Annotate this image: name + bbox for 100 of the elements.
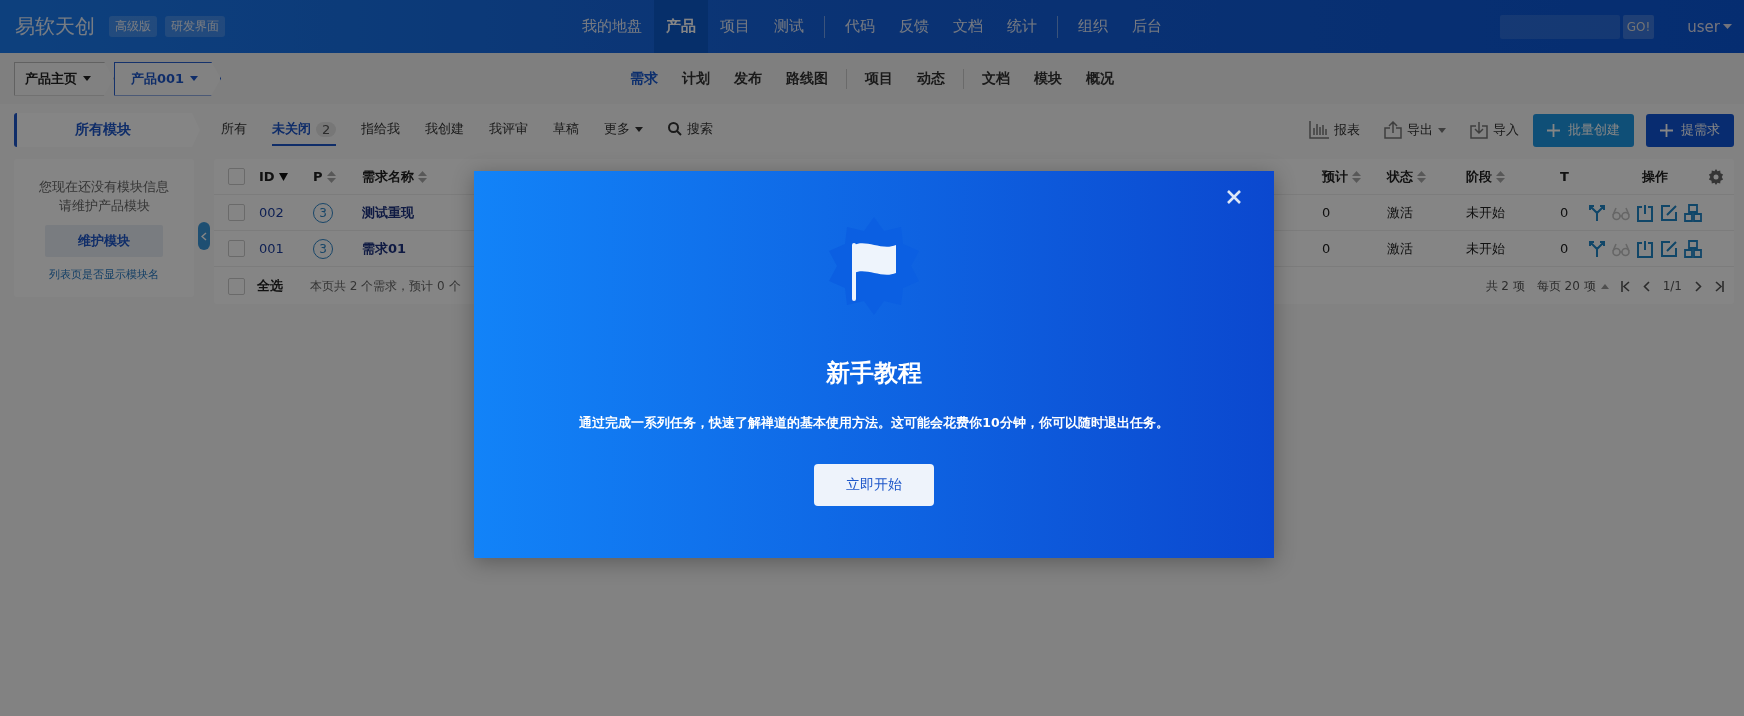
status-cell: 激活: [1387, 203, 1413, 222]
empty-module-message: 您现在还没有模块信息 请维护产品模块: [39, 178, 169, 215]
story-title-link[interactable]: 测试重现: [362, 203, 414, 222]
power-box-icon[interactable]: [1636, 203, 1654, 222]
stage-cell: 未开始: [1466, 203, 1505, 222]
last-page-button[interactable]: [1714, 280, 1724, 292]
user-menu[interactable]: user: [1687, 17, 1732, 36]
subnav-item[interactable]: 动态: [905, 69, 957, 88]
nav-item[interactable]: 产品: [654, 0, 708, 53]
select-all-label: 全选: [257, 277, 283, 295]
upload-icon: [1384, 121, 1402, 139]
task-count-cell: 0: [1560, 241, 1569, 256]
subnav-item[interactable]: 需求: [618, 69, 670, 88]
maintain-modules-button[interactable]: 维护模块: [45, 225, 163, 257]
previous-page-button[interactable]: [1642, 280, 1651, 292]
blocks-icon[interactable]: [1684, 239, 1702, 258]
select-all-checkbox[interactable]: [228, 277, 245, 295]
status-cell: 激活: [1387, 239, 1413, 258]
edit-icon[interactable]: [1660, 239, 1678, 258]
checkbox[interactable]: [228, 204, 245, 221]
edit-icon[interactable]: [1660, 203, 1678, 222]
fork-icon[interactable]: [1588, 203, 1606, 222]
nav-item[interactable]: 测试: [762, 0, 816, 53]
column-header[interactable]: ID: [259, 169, 275, 184]
filter-tab[interactable]: 草稿: [553, 114, 580, 146]
count-badge: 2: [316, 121, 337, 137]
settings-icon[interactable]: [1708, 168, 1724, 185]
summary-text: 本页共 2 个需求，预计 0 个: [310, 277, 461, 295]
page-indicator: 1/1: [1662, 279, 1682, 293]
subnav-item[interactable]: 发布: [722, 69, 774, 88]
first-page-button[interactable]: [1620, 280, 1631, 292]
search-toggle[interactable]: 搜索: [668, 114, 714, 146]
checkbox[interactable]: [228, 240, 245, 257]
nav-item[interactable]: 项目: [708, 0, 762, 53]
dialog-description: 通过完成一系列任务，快速了解禅道的基本使用方法。这可能会花费你10分钟，你可以随时退出任务。: [579, 415, 1169, 432]
plus-icon: [1660, 123, 1673, 137]
caret-icon: [1438, 127, 1446, 133]
batch-create-button[interactable]: 批量创建: [1533, 113, 1634, 147]
filter-tab[interactable]: 所有: [221, 114, 247, 146]
column-header[interactable]: 预计: [1322, 167, 1348, 186]
start-button[interactable]: 立即开始: [814, 464, 934, 506]
caret-icon: [83, 76, 91, 81]
task-count-cell: 0: [1560, 205, 1569, 220]
subnav-item[interactable]: 项目: [853, 69, 905, 88]
create-story-button[interactable]: 提需求: [1646, 113, 1734, 147]
chevron-left-icon: [201, 231, 207, 241]
show-module-name-link[interactable]: 列表页是否显示模块名: [49, 267, 159, 282]
subnav-item[interactable]: 文档: [970, 69, 1022, 88]
caret-icon: [635, 126, 644, 132]
column-header[interactable]: P: [313, 169, 323, 184]
dialog-title: 新手教程: [826, 358, 922, 389]
filter-tab[interactable]: 我评审: [489, 114, 529, 146]
caret-icon: [190, 76, 199, 81]
subnav-item[interactable]: 路线图: [774, 69, 840, 88]
caret-icon: [1723, 24, 1732, 29]
column-header: 操作: [1642, 167, 1668, 186]
estimate-cell: 0: [1322, 241, 1331, 256]
story-id-link[interactable]: 001: [259, 241, 284, 256]
plus-icon: [1547, 123, 1560, 137]
column-header[interactable]: 阶段: [1466, 167, 1492, 186]
power-box-icon[interactable]: [1636, 239, 1654, 258]
nav-item[interactable]: 我的地盘: [570, 0, 654, 53]
breadcrumb-item[interactable]: 产品主页: [14, 61, 114, 96]
subnav-item[interactable]: 概况: [1074, 69, 1126, 88]
estimate-cell: 0: [1322, 205, 1331, 220]
import-link[interactable]: 导入: [1470, 121, 1519, 139]
filter-tab[interactable]: 未关闭 2: [272, 114, 337, 146]
next-page-button[interactable]: [1694, 280, 1702, 292]
bar-chart-icon: [1309, 121, 1329, 139]
export-link[interactable]: 导出: [1384, 121, 1446, 139]
nav-item[interactable]: 组织: [1066, 0, 1120, 53]
nav-item[interactable]: 统计: [995, 0, 1049, 53]
fork-icon[interactable]: [1588, 239, 1606, 258]
close-icon[interactable]: [1226, 189, 1242, 205]
nav-item[interactable]: 文档: [941, 0, 995, 53]
breadcrumb-item[interactable]: 产品001: [114, 61, 222, 96]
caret-up-icon: [1600, 283, 1609, 289]
collapse-handle[interactable]: [198, 222, 210, 250]
more-dropdown[interactable]: 更多: [604, 114, 644, 146]
logo-text: 易软天创: [15, 13, 95, 40]
checkbox[interactable]: [228, 168, 245, 185]
download-icon: [1470, 121, 1488, 139]
search-icon: [668, 122, 683, 136]
nav-item[interactable]: 后台: [1120, 0, 1174, 53]
story-id-link[interactable]: 002: [259, 205, 284, 220]
column-header[interactable]: 状态: [1387, 167, 1413, 186]
total-count: 共 2 项: [1485, 277, 1525, 295]
story-title-link[interactable]: 需求01: [362, 239, 407, 258]
column-header: T: [1560, 169, 1569, 184]
subnav-item[interactable]: 计划: [670, 69, 722, 88]
page-size-dropdown[interactable]: 每页 20 项: [1536, 277, 1609, 295]
nav-item[interactable]: 代码: [833, 0, 887, 53]
filter-tab[interactable]: 我创建: [425, 114, 465, 146]
subnav-item[interactable]: 模块: [1022, 69, 1074, 88]
report-link[interactable]: 报表: [1309, 121, 1360, 139]
filter-tab[interactable]: 指给我: [361, 114, 401, 146]
blocks-icon[interactable]: [1684, 203, 1702, 222]
nav-item[interactable]: 反馈: [887, 0, 941, 53]
column-header[interactable]: 需求名称: [362, 167, 414, 186]
stage-cell: 未开始: [1466, 239, 1505, 258]
